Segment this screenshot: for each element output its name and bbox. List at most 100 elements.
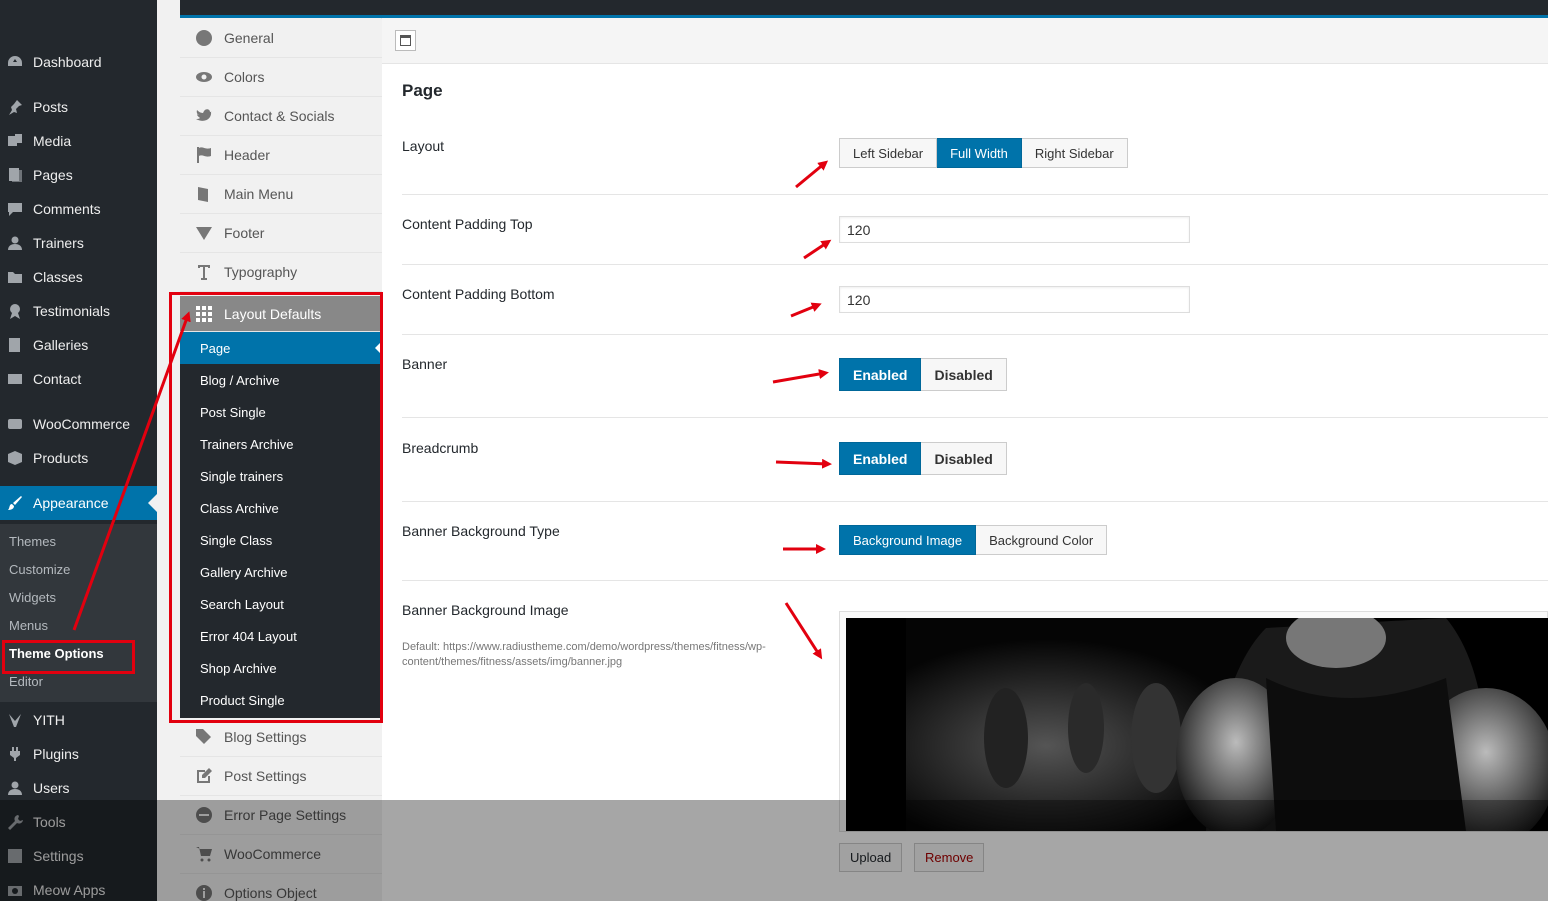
- triangle-down-icon: [194, 223, 214, 243]
- nav-options-object[interactable]: Options Object: [180, 874, 382, 901]
- layout-full-width-button[interactable]: Full Width: [937, 138, 1022, 168]
- nav-contact-socials[interactable]: Contact & Socials: [180, 97, 382, 136]
- submenu-editor[interactable]: Editor: [9, 674, 43, 689]
- nav-error-page-settings[interactable]: Error Page Settings: [180, 796, 382, 835]
- menu-comments[interactable]: Comments: [0, 194, 157, 224]
- grid-icon: [194, 304, 214, 324]
- menu-appearance[interactable]: Appearance: [0, 486, 157, 520]
- banner-label: Banner: [402, 356, 448, 372]
- expand-options-button[interactable]: [395, 30, 416, 51]
- submenu-themes[interactable]: Themes: [9, 534, 56, 549]
- box-icon: [7, 450, 23, 466]
- menu-trainers[interactable]: Trainers: [0, 228, 157, 258]
- nav-footer[interactable]: Footer: [180, 214, 382, 253]
- breadcrumb-enabled-button[interactable]: Enabled: [839, 442, 922, 475]
- sub-blog-archive[interactable]: Blog / Archive: [180, 364, 382, 396]
- sub-page[interactable]: Page: [180, 332, 382, 364]
- theme-options-nav: General Colors Contact & Socials Header …: [180, 18, 382, 901]
- menu-galleries[interactable]: Galleries: [0, 330, 157, 360]
- comment-icon: [7, 201, 23, 217]
- menu-contact[interactable]: Contact: [0, 364, 157, 394]
- menu-label: Galleries: [33, 337, 89, 353]
- menu-label: Posts: [33, 99, 69, 115]
- banner-disabled-button[interactable]: Disabled: [921, 358, 1007, 391]
- menu-products[interactable]: Products: [0, 443, 157, 473]
- remove-button[interactable]: Remove: [914, 843, 985, 872]
- breadcrumb-disabled-button[interactable]: Disabled: [921, 442, 1007, 475]
- banner-bg-image-label: Banner Background Image: [402, 602, 569, 618]
- layout-left-sidebar-button[interactable]: Left Sidebar: [839, 138, 938, 168]
- submenu-theme-options[interactable]: Theme Options: [9, 646, 104, 661]
- edit-icon: [194, 766, 214, 786]
- layout-right-sidebar-button[interactable]: Right Sidebar: [1021, 138, 1128, 168]
- eye-icon: [194, 67, 214, 87]
- banner-enabled-button[interactable]: Enabled: [839, 358, 922, 391]
- nav-label: Options Object: [224, 885, 317, 901]
- menu-label: Users: [33, 780, 70, 796]
- nav-post-settings[interactable]: Post Settings: [180, 757, 382, 796]
- menu-users[interactable]: Users: [0, 773, 157, 803]
- menu-label: Tools: [33, 814, 66, 830]
- menu-plugins[interactable]: Plugins: [0, 739, 157, 769]
- mail-icon: [7, 371, 23, 387]
- plug-icon: [7, 746, 23, 762]
- breadcrumb-toggle: Enabled Disabled: [839, 442, 1007, 475]
- nav-label: Colors: [224, 69, 265, 85]
- sub-shop-archive[interactable]: Shop Archive: [180, 652, 382, 684]
- appearance-submenu: Themes Customize Widgets Menus Theme Opt…: [0, 524, 157, 702]
- menu-label: Meow Apps: [33, 882, 106, 898]
- menu-classes[interactable]: Classes: [0, 262, 157, 292]
- submenu-widgets[interactable]: Widgets: [9, 590, 56, 605]
- panel-toolbar: [382, 18, 1548, 64]
- bg-type-image-button[interactable]: Background Image: [839, 525, 977, 555]
- menu-posts[interactable]: Posts: [0, 92, 157, 122]
- nav-general[interactable]: General: [180, 19, 382, 58]
- nav-woocommerce[interactable]: WooCommerce: [180, 835, 382, 874]
- padding-top-input[interactable]: 120: [839, 216, 1190, 243]
- sub-post-single[interactable]: Post Single: [180, 396, 382, 428]
- nav-typography[interactable]: Typography: [180, 253, 382, 292]
- menu-meow-apps[interactable]: Meow Apps: [0, 875, 157, 901]
- submenu-customize[interactable]: Customize: [9, 562, 70, 577]
- menu-yith[interactable]: YITH: [0, 705, 157, 735]
- sub-trainers-archive[interactable]: Trainers Archive: [180, 428, 382, 460]
- menu-label: Trainers: [33, 235, 84, 251]
- settings-icon: [7, 848, 23, 864]
- menu-label: Testimonials: [33, 303, 111, 319]
- sub-class-archive[interactable]: Class Archive: [180, 492, 382, 524]
- banner-bg-type-label: Banner Background Type: [402, 523, 560, 539]
- menu-media[interactable]: Media: [0, 126, 157, 156]
- nav-main-menu[interactable]: Main Menu: [180, 175, 382, 214]
- sub-single-class[interactable]: Single Class: [180, 524, 382, 556]
- menu-pages[interactable]: Pages: [0, 160, 157, 190]
- media-icon: [7, 133, 23, 149]
- menu-dashboard[interactable]: Dashboard: [0, 47, 157, 77]
- menu-woocommerce[interactable]: WooCommerce: [0, 409, 157, 439]
- yith-icon: [7, 712, 23, 728]
- nav-label: Layout Defaults: [224, 305, 322, 322]
- nav-label: Typography: [224, 264, 298, 280]
- nav-blog-settings[interactable]: Blog Settings: [180, 718, 382, 757]
- sub-error-404-layout[interactable]: Error 404 Layout: [180, 620, 382, 652]
- menu-label: Comments: [33, 201, 101, 217]
- text-icon: [194, 262, 214, 282]
- nav-colors[interactable]: Colors: [180, 58, 382, 97]
- sub-product-single[interactable]: Product Single: [180, 684, 382, 716]
- padding-bottom-input[interactable]: 120: [839, 286, 1190, 313]
- nav-layout-defaults[interactable]: Layout Defaults: [180, 296, 382, 332]
- padding-bottom-label: Content Padding Bottom: [402, 286, 555, 302]
- bg-type-color-button[interactable]: Background Color: [976, 525, 1108, 555]
- nav-label: General: [224, 30, 274, 46]
- nav-label: WooCommerce: [224, 846, 321, 862]
- menu-settings[interactable]: Settings: [0, 841, 157, 871]
- sub-search-layout[interactable]: Search Layout: [180, 588, 382, 620]
- menu-testimonials[interactable]: Testimonials: [0, 296, 157, 326]
- page-icon: [7, 167, 23, 183]
- upload-button[interactable]: Upload: [839, 843, 903, 872]
- sub-gallery-archive[interactable]: Gallery Archive: [180, 556, 382, 588]
- nav-header[interactable]: Header: [180, 136, 382, 175]
- submenu-menus[interactable]: Menus: [9, 618, 48, 633]
- menu-tools[interactable]: Tools: [0, 807, 157, 837]
- sub-single-trainers[interactable]: Single trainers: [180, 460, 382, 492]
- menu-label: Classes: [33, 269, 83, 285]
